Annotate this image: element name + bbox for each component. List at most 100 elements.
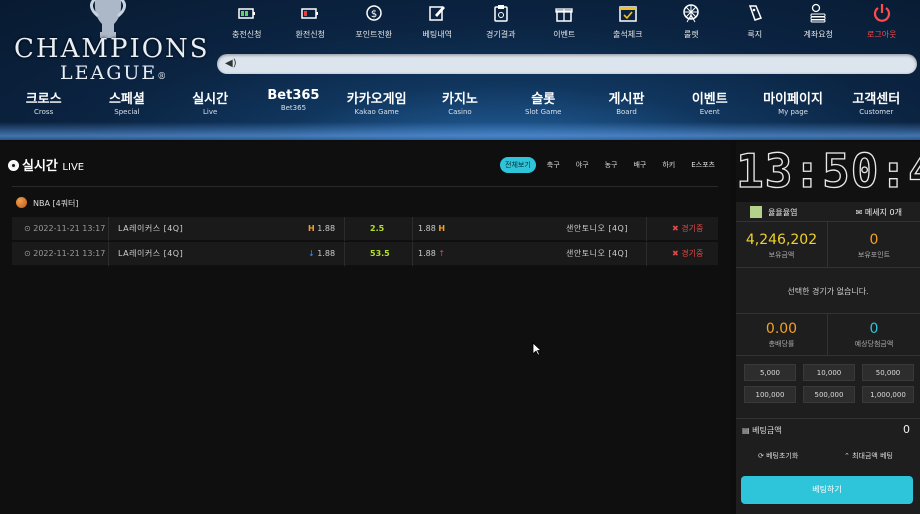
empty-selection-message: 선택한 경기가 없습니다. <box>736 268 920 314</box>
nav-slot[interactable]: 슬롯 Slot Game <box>502 88 585 124</box>
match-time-text: 2022-11-21 13:17 <box>33 249 106 258</box>
max-bet-button[interactable]: ⌃ 최대금액 베팅 <box>844 451 893 461</box>
nav-mypage[interactable]: 마이페이지 My page <box>751 88 834 124</box>
battery-low-icon <box>279 3 343 25</box>
amount-button[interactable]: 1,000,000 <box>862 386 914 403</box>
status-badge: ✖ 경기중 <box>672 224 704 233</box>
top-item-charge[interactable]: 충전신청 <box>215 0 279 48</box>
level-icon <box>750 206 762 218</box>
nav-sub: Event <box>699 108 720 116</box>
total-odds-label: 총배당률 <box>768 340 795 348</box>
bet-amount-input[interactable]: 0 <box>903 423 910 436</box>
top-item-label: 포인트전환 <box>355 30 393 39</box>
cell-divider <box>412 242 413 266</box>
nav-live[interactable]: 실시간 Live <box>169 88 252 124</box>
logo-line1: CHAMPIONS <box>14 34 210 64</box>
amount-button[interactable]: 500,000 <box>803 386 855 403</box>
away-team: 샌안토니오 [4Q] <box>566 249 628 258</box>
amount-button[interactable]: 5,000 <box>744 364 796 381</box>
balance-grid: 4,246,202 보유금액 0 보유포인트 <box>736 222 920 268</box>
top-item-bet-history[interactable]: 베팅내역 <box>406 0 470 48</box>
nav-label: 고객센터 <box>852 92 901 107</box>
nav-kakao-game[interactable]: 카카오게임 Kakao Game <box>335 88 418 124</box>
cell-divider <box>412 217 413 241</box>
nav-sub: Cross <box>34 108 54 116</box>
match-time-text: 2022-11-21 13:17 <box>33 224 106 233</box>
arrow-down-icon: ↓ <box>308 249 315 258</box>
live-title-text: 실시간 <box>22 159 58 174</box>
over-odds-button[interactable]: 1.88 ↑ <box>418 242 445 266</box>
top-item-label: 출석체크 <box>613 30 643 39</box>
top-item-label: 경기결과 <box>486 30 516 39</box>
away-odds: 1.88 <box>418 224 436 233</box>
under-odds-button[interactable]: ↓ 1.88 <box>308 242 335 266</box>
home-odds-button[interactable]: H 1.88 <box>308 217 335 241</box>
top-item-label: 충전신청 <box>232 30 262 39</box>
max-bet-label: 최대금액 베팅 <box>852 452 893 460</box>
handicap-marker: H <box>308 224 315 233</box>
nav-sub: Customer <box>859 108 894 116</box>
top-item-label: 베팅내역 <box>422 30 452 39</box>
home-team: LA레이커스 [4Q] <box>118 249 184 258</box>
user-level: 율율율염 <box>750 206 797 218</box>
nav-board[interactable]: 게시판 Board <box>585 88 668 124</box>
amount-button[interactable]: 100,000 <box>744 386 796 403</box>
nav-sub: Casino <box>448 108 472 116</box>
power-icon <box>850 3 914 25</box>
reset-bet-button[interactable]: ⟳ 베팅초기화 <box>758 451 798 461</box>
top-item-ticket[interactable]: 룩지 <box>723 0 787 48</box>
home-odds: 1.88 <box>317 224 336 233</box>
top-item-exchange[interactable]: 환전신청 <box>279 0 343 48</box>
top-item-label: 룩지 <box>747 30 763 39</box>
top-item-account-request[interactable]: 계좌요청 <box>787 0 851 48</box>
top-item-roulette[interactable]: 룰렛 <box>660 0 724 48</box>
cell-divider <box>344 217 345 241</box>
away-odds-button[interactable]: 1.88 H <box>418 217 445 241</box>
place-bet-button[interactable]: 베팅하기 <box>741 476 913 504</box>
coins-icon <box>787 3 851 25</box>
arrow-up-icon: ↑ <box>438 249 446 258</box>
cell-divider <box>646 217 647 241</box>
nav-cross[interactable]: 크로스 Cross <box>2 88 85 124</box>
tab-hockey[interactable]: 하키 <box>657 157 680 173</box>
nav-casino[interactable]: 카지노 Casino <box>418 88 501 124</box>
amount-buttons: 5,000 10,000 50,000 100,000 500,000 1,00… <box>744 364 914 403</box>
nav-sub: Bet365 <box>280 104 307 112</box>
amount-button[interactable]: 10,000 <box>803 364 855 381</box>
soccer-ball-icon <box>8 160 19 171</box>
message-link[interactable]: ✉ 메세지 0개 <box>856 207 902 218</box>
nav-sub: Board <box>616 108 637 116</box>
nav-bet365[interactable]: Bet365 Bet365 <box>252 88 335 124</box>
tab-esports[interactable]: E스포츠 <box>686 157 720 173</box>
logout-button[interactable]: 로그아웃 <box>850 0 914 48</box>
tab-baseball[interactable]: 야구 <box>571 157 594 173</box>
top-item-point-convert[interactable]: $ 포인트전환 <box>342 0 406 48</box>
handicap-marker: H <box>438 224 446 233</box>
tab-all[interactable]: 전체보기 <box>500 157 536 173</box>
expected-win-label: 예상당첨금액 <box>854 340 894 348</box>
tab-soccer[interactable]: 축구 <box>542 157 565 173</box>
sport-tabs: 전체보기 축구 야구 농구 배구 하키 E스포츠 <box>500 157 720 173</box>
top-item-results[interactable]: 경기결과 <box>469 0 533 48</box>
amount-button[interactable]: 50,000 <box>862 364 914 381</box>
clock: 13:50:40 <box>735 142 920 202</box>
top-item-event[interactable]: 이벤트 <box>533 0 597 48</box>
clipboard-icon <box>469 3 533 25</box>
tab-volleyball[interactable]: 배구 <box>628 157 651 173</box>
top-item-label: 룰렛 <box>683 30 699 39</box>
nav-customer[interactable]: 고객센터 Customer <box>835 88 918 124</box>
top-item-attendance[interactable]: 출석체크 <box>596 0 660 48</box>
nav-special[interactable]: 스페셜 Special <box>85 88 168 124</box>
handicap-value: 2.5 <box>370 224 385 233</box>
calendar-check-icon <box>596 3 660 25</box>
status-text: 경기중 <box>681 249 704 258</box>
ticket-icon <box>723 3 787 25</box>
tab-basketball[interactable]: 농구 <box>600 157 623 173</box>
top-item-label: 로그아웃 <box>867 30 897 39</box>
nav-label: 카카오게임 <box>346 92 407 107</box>
nav-sub: Special <box>114 108 140 116</box>
match-time: ⊙ 2022-11-21 13:17 <box>24 249 106 258</box>
logo-line2: LEAGUE® <box>60 62 168 84</box>
nav-event[interactable]: 이벤트 Event <box>668 88 751 124</box>
logo[interactable]: CHAMPIONS LEAGUE® <box>10 0 208 88</box>
